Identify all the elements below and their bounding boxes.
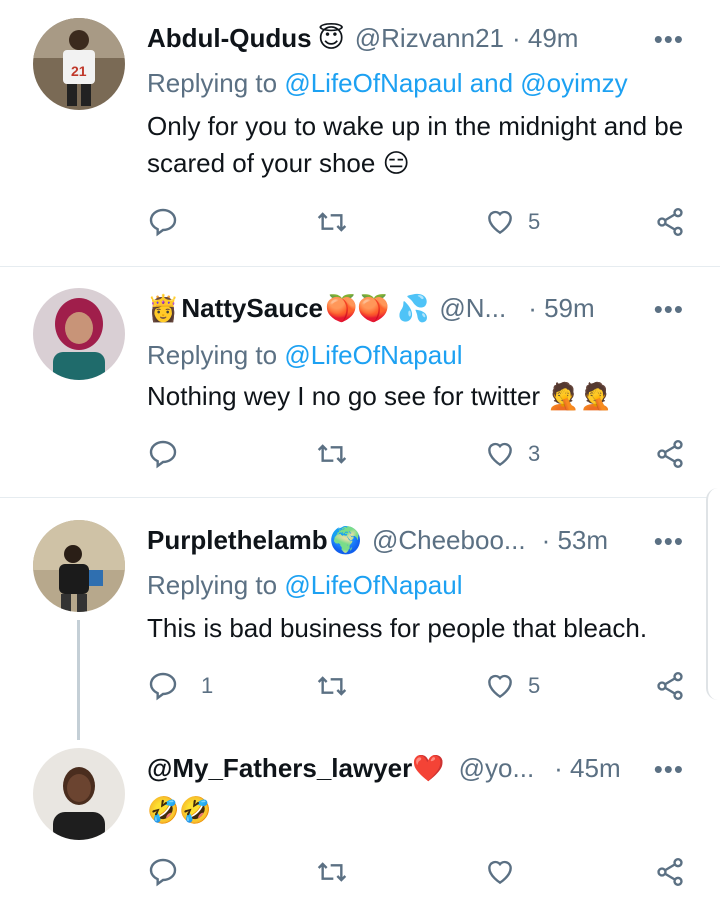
reply-icon — [149, 672, 177, 701]
replying-to: Replying to @LifeOfNapaul — [147, 340, 462, 371]
more-icon[interactable]: ••• — [654, 526, 684, 557]
reply-button[interactable]: 1 — [147, 670, 213, 702]
tweet-header: 👸 NattySauce 🍑🍑 💦 @N... · 59m — [147, 288, 595, 328]
more-icon[interactable]: ••• — [654, 24, 684, 55]
retweet-icon — [317, 676, 347, 696]
avatar[interactable] — [33, 520, 125, 612]
reply-button[interactable] — [147, 856, 191, 888]
like-icon — [488, 860, 512, 885]
retweet-icon — [317, 862, 347, 882]
timestamp[interactable]: · 59m — [528, 293, 594, 324]
retweet-button[interactable] — [316, 670, 348, 702]
avatar[interactable] — [33, 288, 125, 380]
reply-icon — [149, 858, 177, 887]
like-count: 5 — [528, 209, 541, 234]
name-emoji: 🍑🍑 💦 — [325, 292, 430, 323]
like-count: 3 — [528, 441, 541, 466]
replying-to-label: Replying to — [147, 68, 285, 98]
like-button[interactable]: 5 — [484, 206, 540, 238]
reply-icon — [149, 440, 177, 469]
replying-to: Replying to @LifeOfNapaul and @oyimzy — [147, 68, 628, 99]
action-bar: 5 — [0, 206, 720, 246]
like-icon — [488, 674, 512, 699]
retweet-icon — [317, 212, 347, 232]
timestamp[interactable]: · 49m — [512, 23, 578, 54]
replying-to-label: Replying to — [147, 340, 285, 370]
tweet-text: Only for you to wake up in the midnight … — [147, 111, 684, 178]
timestamp[interactable]: · 45m — [554, 753, 620, 784]
share-button[interactable] — [654, 856, 686, 888]
retweet-button[interactable] — [316, 438, 348, 470]
replying-to-users[interactable]: @LifeOfNapaul and @oyimzy — [284, 68, 627, 98]
name-emoji: 🌍 — [329, 524, 362, 555]
retweet-icon — [317, 444, 347, 464]
tweet-header: Purplethelamb 🌍 @Cheeboo... · 53m — [147, 520, 608, 560]
share-button[interactable] — [654, 206, 686, 238]
retweet-button[interactable] — [316, 856, 348, 888]
avatar[interactable]: 21 — [33, 18, 125, 110]
share-button[interactable] — [654, 438, 686, 470]
svg-text:21: 21 — [71, 63, 87, 79]
user-handle[interactable]: @Cheeboo... — [372, 525, 526, 556]
retweet-button[interactable] — [316, 206, 348, 238]
name-emoji: 😇 — [317, 22, 345, 53]
user-handle[interactable]: @yo... — [459, 753, 535, 784]
tweet-header: @My_Fathers_lawyer ❤️ @yo... · 45m — [147, 748, 621, 788]
like-count: 5 — [528, 673, 541, 698]
share-icon — [657, 858, 683, 886]
more-icon[interactable]: ••• — [654, 294, 684, 325]
like-button[interactable]: 3 — [484, 438, 540, 470]
like-button[interactable] — [484, 856, 528, 888]
share-icon — [657, 440, 683, 468]
tweet-header: Abdul-Qudus 😇 @Rizvann21 · 49m — [147, 18, 578, 58]
tweet-text: Nothing wey I no go see for twitter 🤦🤦 — [147, 381, 613, 411]
more-icon[interactable]: ••• — [654, 754, 684, 785]
share-icon — [657, 672, 683, 700]
reply-icon — [149, 208, 177, 237]
display-name[interactable]: Abdul-Qudus — [147, 23, 312, 54]
user-handle[interactable]: @Rizvann21 — [355, 23, 504, 54]
display-name[interactable]: NattySauce — [181, 293, 323, 324]
user-handle[interactable]: @N... — [439, 293, 506, 324]
display-name[interactable]: Purplethelamb — [147, 525, 328, 556]
action-bar — [0, 856, 720, 896]
tweet-4[interactable]: @My_Fathers_lawyer ❤️ @yo... · 45m ••• 🤣… — [0, 748, 720, 914]
divider — [0, 266, 720, 267]
like-button[interactable]: 5 — [484, 670, 540, 702]
name-emoji: ❤️ — [412, 752, 445, 783]
tweet-3[interactable]: Purplethelamb 🌍 @Cheeboo... · 53m ••• Re… — [0, 520, 720, 740]
share-button[interactable] — [654, 670, 686, 702]
replying-to-label: Replying to — [147, 570, 285, 600]
avatar[interactable] — [33, 748, 125, 840]
replying-to-users[interactable]: @LifeOfNapaul — [284, 570, 462, 600]
reply-button[interactable] — [147, 438, 191, 470]
share-icon — [657, 208, 683, 236]
divider — [0, 497, 720, 498]
prefix-emoji: 👸 — [147, 292, 180, 323]
replying-to: Replying to @LifeOfNapaul — [147, 570, 462, 601]
tweet-2[interactable]: 👸 NattySauce 🍑🍑 💦 @N... · 59m ••• Replyi… — [0, 288, 720, 498]
action-bar: 1 5 — [0, 670, 720, 710]
tweet-text: This is bad business for people that ble… — [147, 613, 648, 643]
like-icon — [488, 210, 512, 235]
like-icon — [488, 442, 512, 467]
display-name[interactable]: @My_Fathers_lawyer — [147, 753, 412, 784]
tweet-1[interactable]: 21 Abdul-Qudus 😇 @Rizvann21 · 49m ••• Re… — [0, 18, 720, 268]
reply-count: 1 — [201, 673, 214, 698]
replying-to-users[interactable]: @LifeOfNapaul — [284, 340, 462, 370]
tweet-text: 🤣🤣 — [147, 795, 212, 825]
reply-button[interactable] — [147, 206, 191, 238]
timestamp[interactable]: · 53m — [542, 525, 608, 556]
action-bar: 3 — [0, 438, 720, 478]
